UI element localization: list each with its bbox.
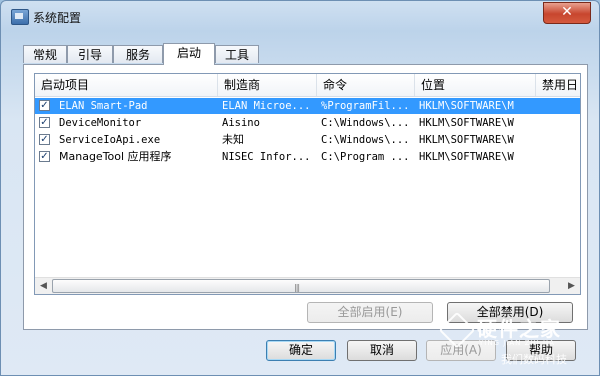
watermark-subtitle: YING JIAN ZHI JIA — [479, 339, 555, 347]
command-cell: %ProgramFil... — [321, 100, 410, 112]
table-row[interactable]: ✓ DeviceMonitor Aisino C:\Windows\... HKLM\S… — [35, 115, 580, 131]
title-bar: 系统配置 ✕ — [1, 1, 599, 31]
location-cell: HKLM\SOFTWARE\W... — [419, 117, 515, 129]
window-title: 系统配置 — [33, 11, 82, 25]
manufacturer-cell: 未知 — [222, 133, 244, 146]
watermark-title: 硬件之家 — [477, 317, 561, 341]
command-cell: C:\Program ... — [321, 151, 410, 163]
scrollbar-thumb[interactable]: ||| — [52, 279, 550, 293]
close-button[interactable]: ✕ — [543, 2, 591, 24]
ok-button[interactable]: 确定 — [266, 340, 336, 361]
manufacturer-cell: ELAN Microe... — [222, 100, 311, 112]
system-config-icon — [11, 9, 29, 25]
manufacturer-cell: NISEC Infor... — [222, 151, 311, 163]
enable-all-button[interactable]: 全部启用(E) — [307, 302, 433, 323]
column-date-disabled[interactable]: 禁用日 — [536, 74, 580, 96]
table-row[interactable]: ✓ ServiceIoApi.exe 未知 C:\Windows\... HKLM\SO… — [35, 132, 580, 148]
watermark-caption: 我们数码科技 — [501, 353, 567, 366]
location-cell: HKLM\SOFTWARE\W... — [419, 134, 515, 146]
horizontal-scrollbar[interactable]: ◀ ||| ▶ — [35, 277, 580, 294]
scrollbar-grip-icon: ||| — [294, 283, 300, 292]
system-config-window: 系统配置 ✕ 常规 引导 服务 启动 工具 启动项目 制造商 命令 位置 禁用日… — [0, 0, 600, 376]
location-cell: HKLM\SOFTWARE\W... — [419, 151, 515, 163]
table-row[interactable]: ✓ ELAN Smart-Pad ELAN Microe... %ProgramFil… — [35, 98, 580, 114]
startup-checkbox[interactable]: ✓ — [39, 100, 50, 111]
tab-general[interactable]: 常规 — [23, 45, 67, 63]
startup-item-name: DeviceMonitor — [59, 117, 142, 129]
startup-item-name: ManageTool 应用程序 — [59, 150, 172, 163]
startup-item-name: ELAN Smart-Pad — [59, 100, 148, 112]
startup-checkbox[interactable]: ✓ — [39, 117, 50, 128]
cancel-button[interactable]: 取消 — [347, 340, 417, 361]
command-cell: C:\Windows\... — [321, 117, 410, 129]
tab-tools[interactable]: 工具 — [215, 45, 259, 63]
scroll-left-icon[interactable]: ◀ — [35, 278, 52, 294]
startup-item-name: ServiceIoApi.exe — [59, 134, 161, 146]
column-location[interactable]: 位置 — [415, 74, 536, 96]
manufacturer-cell: Aisino — [222, 117, 260, 129]
column-startup-item[interactable]: 启动项目 — [35, 74, 218, 96]
startup-list[interactable]: 启动项目 制造商 命令 位置 禁用日 ✓ ELAN Smart-Pad ELAN M… — [34, 73, 581, 295]
table-row[interactable]: ✓ ManageTool 应用程序 NISEC Infor... C:\Program… — [35, 149, 580, 165]
tab-startup[interactable]: 启动 — [163, 43, 215, 65]
startup-checkbox[interactable]: ✓ — [39, 134, 50, 145]
command-cell: C:\Windows\... — [321, 134, 410, 146]
list-header: 启动项目 制造商 命令 位置 禁用日 — [35, 74, 580, 97]
startup-checkbox[interactable]: ✓ — [39, 151, 50, 162]
column-command[interactable]: 命令 — [317, 74, 415, 96]
startup-panel: 启动项目 制造商 命令 位置 禁用日 ✓ ELAN Smart-Pad ELAN M… — [23, 64, 588, 330]
tab-boot[interactable]: 引导 — [67, 45, 113, 63]
location-cell: HKLM\SOFTWARE\M... — [419, 100, 515, 112]
tab-services[interactable]: 服务 — [113, 45, 163, 63]
scroll-right-icon[interactable]: ▶ — [563, 278, 580, 294]
column-manufacturer[interactable]: 制造商 — [218, 74, 317, 96]
